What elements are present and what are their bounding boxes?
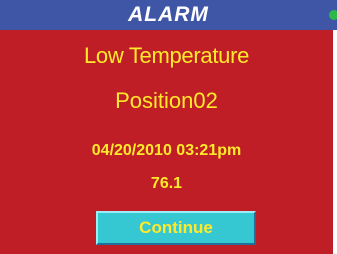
alarm-position: Position02 xyxy=(115,88,218,113)
continue-button[interactable]: Continue xyxy=(96,211,256,245)
alarm-timestamp: 04/20/2010 03:21pm xyxy=(91,142,242,159)
alarm-screen: ALARM Low Temperature Position02 04/20/2… xyxy=(0,0,337,254)
title-bar: ALARM xyxy=(0,0,337,30)
alarm-value: 76.1 xyxy=(150,175,183,192)
screen-title: ALARM xyxy=(128,3,209,26)
status-led-icon xyxy=(329,10,337,20)
alarm-type: Low Temperature xyxy=(83,43,250,68)
alarm-panel: Low Temperature Position02 04/20/2010 03… xyxy=(0,30,333,254)
